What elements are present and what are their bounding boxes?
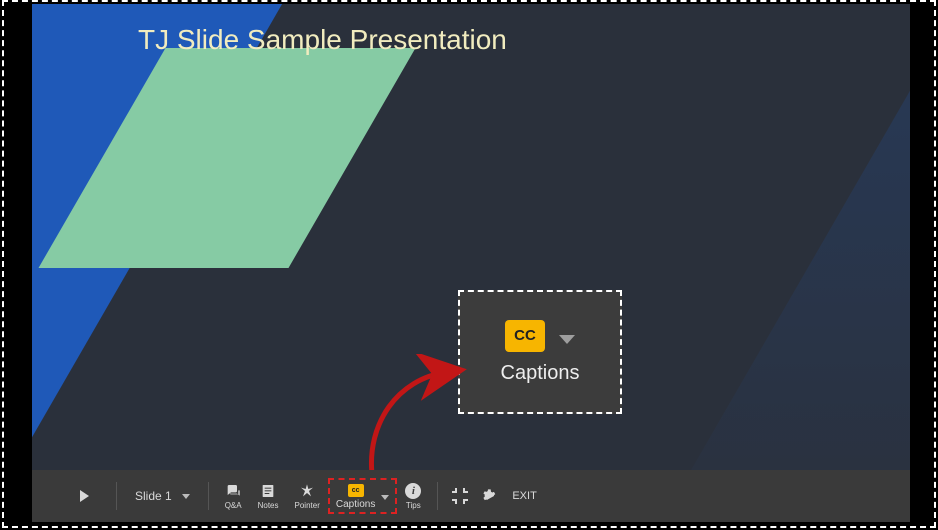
captions-button[interactable]: cc Captions	[328, 478, 397, 514]
info-icon: i	[405, 483, 421, 499]
chevron-down-icon	[381, 495, 389, 500]
slide-picker[interactable]: Slide 1	[125, 489, 200, 503]
captions-callout: CC Captions	[458, 290, 622, 414]
recenter-icon	[452, 488, 468, 504]
annotation-arrow	[352, 354, 472, 472]
cc-icon: cc	[348, 484, 364, 497]
play-button[interactable]	[60, 470, 108, 522]
play-icon	[80, 490, 89, 502]
presenter-toolbar: Slide 1 Q&A Notes Pointer cc Captions i …	[32, 470, 910, 522]
divider	[208, 482, 209, 510]
app-frame: TJ Slide Sample Presentation CC Captions…	[2, 0, 936, 528]
pointer-button[interactable]: Pointer	[287, 483, 328, 510]
divider	[437, 482, 438, 510]
notes-button[interactable]: Notes	[250, 483, 287, 510]
chevron-down-icon	[559, 335, 575, 344]
tips-label: Tips	[406, 501, 421, 510]
captions-callout-label: Captions	[501, 362, 580, 385]
slide-picker-label: Slide 1	[135, 489, 172, 503]
recenter-button[interactable]	[446, 488, 474, 504]
tips-button[interactable]: i Tips	[397, 483, 429, 510]
notes-icon	[260, 483, 276, 499]
captions-label: Captions	[336, 499, 375, 510]
slide-canvas: TJ Slide Sample Presentation CC Captions	[32, 4, 910, 472]
pointer-icon	[299, 483, 315, 499]
notes-label: Notes	[258, 501, 279, 510]
chevron-down-icon	[182, 494, 190, 499]
cc-icon: CC	[505, 320, 545, 352]
settings-button[interactable]	[474, 488, 502, 504]
gear-icon	[480, 488, 496, 504]
slide-title: TJ Slide Sample Presentation	[138, 24, 507, 56]
qa-label: Q&A	[225, 501, 242, 510]
exit-button[interactable]: EXIT	[502, 490, 546, 502]
pointer-label: Pointer	[295, 501, 320, 510]
decor-blue-right	[637, 4, 910, 472]
qa-button[interactable]: Q&A	[217, 483, 250, 510]
chat-icon	[225, 483, 241, 499]
divider	[116, 482, 117, 510]
